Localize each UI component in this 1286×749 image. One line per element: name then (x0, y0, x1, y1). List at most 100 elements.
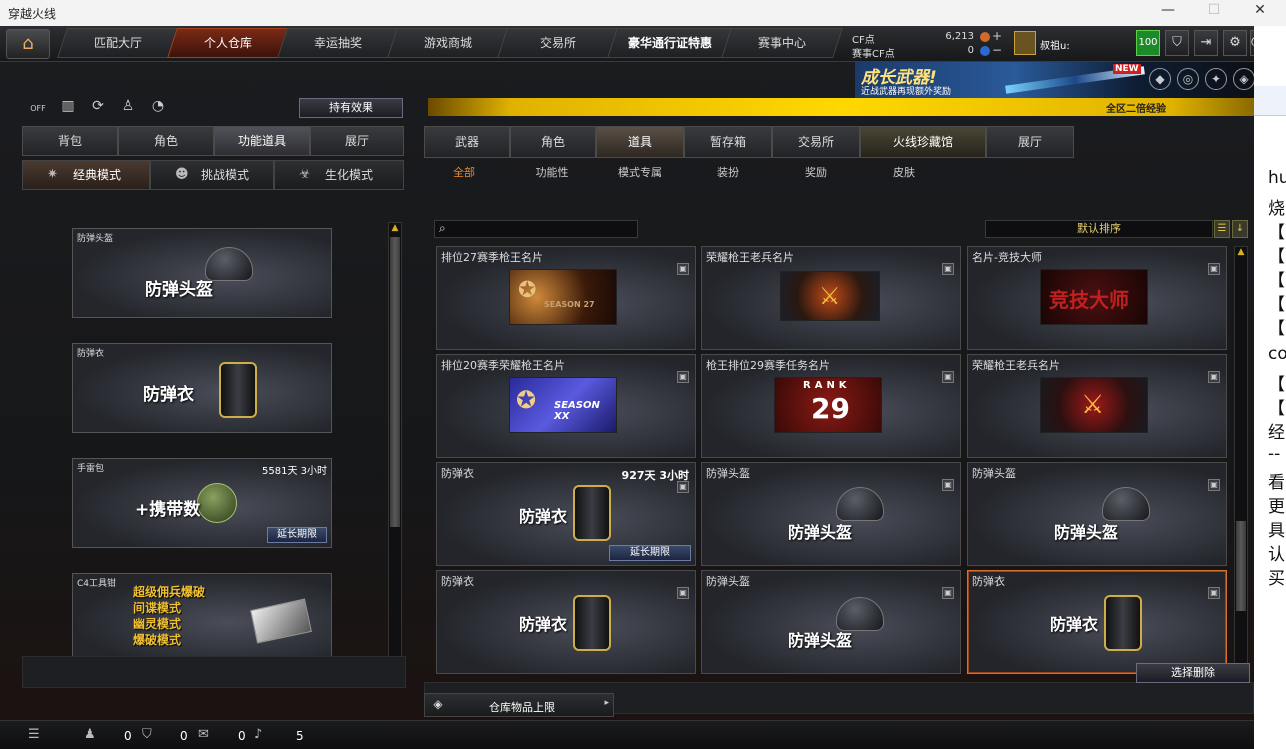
select-delete-button[interactable]: 选择删除 (1136, 663, 1250, 683)
mouse-icon[interactable]: ◔ (146, 98, 170, 120)
right-tab-roles[interactable]: 角色 (510, 126, 596, 158)
right-tab-exchange[interactable]: 交易所 (772, 126, 860, 158)
nav-tab-events[interactable]: 赛事中心 (721, 28, 843, 58)
subtab-rewards[interactable]: 奖励 (776, 164, 856, 182)
inventory-item-helmet[interactable]: 防弹头盔 防弹头盔 (72, 228, 332, 318)
doc-icon (1254, 86, 1286, 116)
nav-tab-pass-sale[interactable]: 豪华通行证特惠 (607, 28, 733, 58)
mode-tab-challenge[interactable]: ☻ 挑战模式 (150, 160, 274, 190)
mode-tab-biochem[interactable]: ☣ 生化模式 (274, 160, 404, 190)
item-card[interactable]: 排位20赛季荣耀枪王名片 ▣ ✪ SEASON XX (436, 354, 696, 458)
right-scrollbar[interactable]: ▲ ▼ (1234, 246, 1248, 674)
figure-icon[interactable]: ♙ (116, 98, 140, 120)
bottom-status-bar: ☰ ♟ 0 ⛉ 0 ✉ 0 ♪ 5 (0, 720, 1254, 749)
match-coin-icon (980, 46, 990, 56)
star-icon[interactable]: ✦ (1205, 68, 1227, 90)
inventory-item-c4-pliers[interactable]: C4工具钳 超级佣兵爆破 间谍模式 幽灵模式 爆破模式 (72, 573, 332, 663)
rank-emblem-icon: ✪ (518, 278, 537, 303)
nav-tab-match-hall[interactable]: 匹配大厅 (57, 28, 179, 58)
right-tab-items[interactable]: 道具 (596, 126, 684, 158)
emblem-icon[interactable]: ◈ (1233, 68, 1255, 90)
home-button[interactable]: ⌂ (6, 29, 50, 59)
rank-icon[interactable]: ◆ (1149, 68, 1171, 90)
window-titlebar: 穿越火线 — ☐ ✕ (0, 0, 1286, 26)
nav-tab-shop[interactable]: 游戏商城 (387, 28, 509, 58)
left-tab-bag[interactable]: 背包 (22, 126, 118, 156)
home-icon: ⌂ (22, 33, 34, 54)
item-card[interactable]: 防弹衣 ▣ 防弹衣 (436, 570, 696, 674)
ranking-icon[interactable]: ▥ (56, 98, 80, 120)
chat-icon[interactable]: ✉ (198, 727, 209, 742)
globe-icon[interactable]: ◎ (1177, 68, 1199, 90)
left-tab-showroom[interactable]: 展厅 (310, 126, 404, 156)
effect-toggle[interactable]: OFF (26, 98, 50, 120)
item-card[interactable]: 防弹头盔 ▣ 防弹头盔 (701, 462, 961, 566)
item-card[interactable]: 防弹头盔 ▣ 防弹头盔 (967, 462, 1227, 566)
nav-tab-lottery[interactable]: 幸运抽奖 (277, 28, 399, 58)
capacity-limit-button[interactable]: ◈ 仓库物品上限 ▸ (424, 693, 614, 717)
inventory-item-vest[interactable]: 防弹衣 防弹衣 (72, 343, 332, 433)
arrow-right-icon: ▸ (604, 698, 609, 708)
card-plate-image: ⚔ (780, 271, 880, 321)
helmet-icon (1102, 487, 1150, 521)
friends-icon[interactable]: ♟ (84, 727, 96, 742)
item-card[interactable]: 荣耀枪王老兵名片 ▣ ⚔ (701, 246, 961, 350)
list-view-icon[interactable]: ☰ (1214, 220, 1230, 238)
subtab-outfit[interactable]: 装扮 (688, 164, 768, 182)
refresh-icon[interactable]: ⟳ (86, 98, 110, 120)
scroll-thumb (1236, 521, 1246, 611)
item-card[interactable]: 防弹头盔 ▣ 防弹头盔 (701, 570, 961, 674)
volume-level: 5 (296, 729, 304, 743)
settings-icon[interactable]: ⚙ (1223, 30, 1247, 56)
item-card-selected[interactable]: 防弹衣 ▣ 防弹衣 (967, 570, 1227, 674)
volume-icon[interactable]: ♪ (254, 727, 262, 742)
extend-button[interactable]: 延长期限 (267, 527, 327, 543)
left-tab-role[interactable]: 角色 (118, 126, 214, 156)
player-name: 叔祖u: (1040, 41, 1070, 52)
close-button[interactable]: ✕ (1240, 2, 1280, 22)
sort-dropdown[interactable]: 默认排序 (985, 220, 1213, 238)
nav-tab-warehouse[interactable]: 个人仓库 (167, 28, 289, 58)
subtab-mode-exclusive[interactable]: 模式专属 (600, 164, 680, 182)
owned-effects-button[interactable]: 持有效果 (299, 98, 403, 118)
cf-coin-icon (980, 32, 990, 42)
exit-icon[interactable]: ⇥ (1194, 30, 1218, 56)
match-cf-button[interactable]: − (992, 43, 1002, 57)
extend-button[interactable]: 延长期限 (609, 545, 691, 561)
cf-add-button[interactable]: + (992, 29, 1002, 43)
lock-icon: ▣ (677, 263, 689, 275)
shield-small-icon[interactable]: ⛉ (142, 727, 152, 742)
minimize-button[interactable]: — (1148, 2, 1188, 22)
item-card[interactable]: 名片-竞技大师 ▣ 竞技大师 (967, 246, 1227, 350)
menu-icon[interactable]: ☰ (28, 727, 40, 742)
item-card[interactable]: 荣耀枪王老兵名片 ▣ ⚔ (967, 354, 1227, 458)
sort-order-icon[interactable]: ↓ (1232, 220, 1248, 238)
subtab-functional[interactable]: 功能性 (512, 164, 592, 182)
card-plate-image: ✪ SEASON 27 (509, 269, 617, 325)
shield-icon[interactable]: ⛉ (1165, 30, 1189, 56)
left-scrollbar[interactable]: ▲ ▼ (388, 222, 402, 682)
subtab-skins[interactable]: 皮肤 (864, 164, 944, 182)
left-tab-function-items[interactable]: 功能道具 (214, 126, 310, 156)
item-card[interactable]: 枪王排位29赛季任务名片 ▣ RANK 29 (701, 354, 961, 458)
player-info[interactable]: 叔祖u: (1012, 29, 1132, 59)
lock-icon: ▣ (942, 587, 954, 599)
right-tab-weapons[interactable]: 武器 (424, 126, 510, 158)
subtab-all[interactable]: 全部 (424, 164, 504, 182)
right-tab-collection[interactable]: 火线珍藏馆 (860, 126, 986, 158)
item-card[interactable]: 防弹衣 927天 3小时 ▣ 防弹衣 延长期限 (436, 462, 696, 566)
biohazard-icon: ☣ (299, 167, 311, 182)
search-input[interactable]: ⌕ (434, 220, 638, 238)
mode-tab-classic[interactable]: ✷ 经典模式 (22, 160, 150, 190)
left-footer-bar (22, 656, 406, 688)
lock-icon: ▣ (942, 371, 954, 383)
promo-banner[interactable]: 成长武器! 近战武器再现额外奖励 NEW ◆ ◎ ✦ ◈ (855, 62, 1255, 98)
inventory-item-grenade-pack[interactable]: 手雷包 5581天 3小时 +携带数 延长期限 (72, 458, 332, 548)
item-card[interactable]: 排位27赛季枪王名片 ▣ ✪ SEASON 27 (436, 246, 696, 350)
maximize-button[interactable]: ☐ (1194, 2, 1234, 22)
right-tab-temp-storage[interactable]: 暂存箱 (684, 126, 772, 158)
banner-subtitle: 近战武器再现额外奖励 (861, 87, 952, 97)
match-cf-label: 赛事CF点 (852, 49, 895, 60)
right-tab-showroom[interactable]: 展厅 (986, 126, 1074, 158)
nav-tab-exchange[interactable]: 交易所 (497, 28, 619, 58)
